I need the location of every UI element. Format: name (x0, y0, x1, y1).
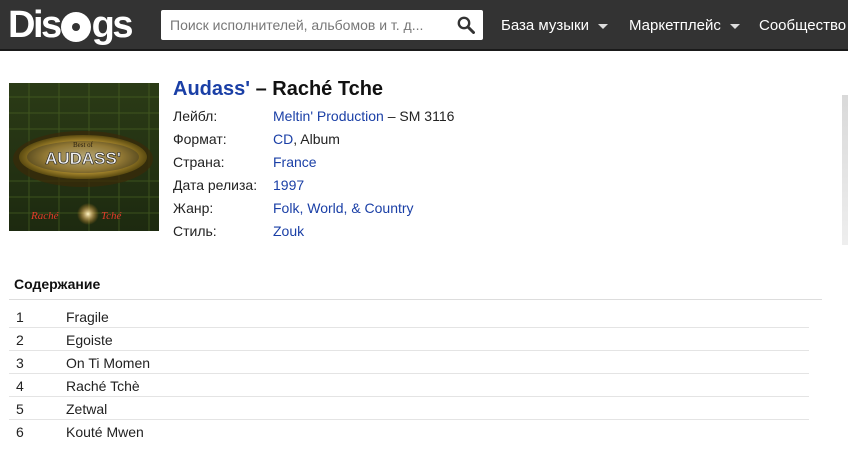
side-panel-edge (842, 95, 848, 245)
info-value: Folk, World, & Country (273, 197, 414, 219)
track-row[interactable]: 4 Raché Tchè (9, 374, 809, 397)
track-title: Kouté Mwen (66, 424, 144, 440)
title-separator: – (250, 78, 273, 100)
track-row[interactable]: 3 On Ti Momen (9, 351, 809, 374)
country-link[interactable]: France (273, 154, 317, 170)
nav-marketplace-label: Маркетплейс (629, 17, 721, 34)
nav-community-label: Сообщество (759, 17, 847, 34)
tracklist-divider (9, 299, 822, 300)
chevron-down-icon (729, 24, 740, 29)
track-position: 1 (16, 309, 24, 325)
tracklist-heading: Содержание (14, 276, 101, 292)
info-label: Стиль: (173, 223, 217, 239)
track-row[interactable]: 1 Fragile (9, 305, 809, 328)
info-value: CD, Album (273, 128, 340, 150)
track-title: Fragile (66, 309, 109, 325)
logo-part-gs: gs (91, 3, 134, 46)
track-position: 4 (16, 378, 24, 394)
nav-community[interactable]: Сообщество (759, 0, 846, 51)
cover-bottom-left-text: Raché (30, 210, 60, 222)
discogs-logo[interactable]: Dis gs (8, 3, 134, 47)
nav-database-label: База музыки (501, 17, 589, 34)
search-box (161, 10, 483, 40)
album-cover[interactable]: Best of AUDASS' Raché Tché (9, 83, 159, 231)
info-label: Страна: (173, 154, 225, 170)
nav-database[interactable]: База музыки (501, 0, 608, 51)
release-title: Audass' – Raché Tche (173, 78, 383, 101)
year-link[interactable]: 1997 (273, 177, 304, 193)
genre-link[interactable]: Folk, World, & Country (273, 200, 414, 216)
logo-part-dis: Dis (8, 3, 62, 46)
catalog-number: – SM 3116 (383, 108, 455, 124)
label-link[interactable]: Meltin' Production (273, 108, 384, 124)
style-link[interactable]: Zouk (273, 223, 304, 239)
info-value: Zouk (273, 220, 304, 242)
info-label: Жанр: (173, 200, 214, 216)
track-title: Egoiste (66, 332, 113, 348)
track-position: 5 (16, 401, 24, 417)
search-input[interactable] (161, 10, 446, 40)
track-title: Zetwal (66, 401, 108, 417)
track-position: 6 (16, 424, 24, 440)
nav-marketplace[interactable]: Маркетплейс (629, 0, 740, 51)
info-label: Лейбл: (173, 108, 218, 124)
release-name: Raché Tche (272, 78, 384, 100)
track-title: Raché Tchè (66, 378, 140, 394)
info-value: Meltin' Production – SM 3116 (273, 105, 454, 127)
album-cover-art: Best of AUDASS' Raché Tché (9, 83, 159, 231)
artist-link[interactable]: Audass' (173, 78, 250, 100)
track-row[interactable]: 5 Zetwal (9, 397, 809, 420)
track-row[interactable]: 6 Kouté Mwen (9, 420, 809, 443)
info-label: Дата релиза: (173, 177, 258, 193)
cover-bottom-right-text: Tché (101, 210, 122, 222)
logo-record-icon (60, 12, 91, 42)
format-link[interactable]: CD (273, 131, 293, 147)
info-value: France (273, 151, 317, 173)
track-position: 2 (16, 332, 24, 348)
chevron-down-icon (598, 24, 608, 29)
format-extra: , Album (293, 131, 340, 147)
cover-top-text: Best of (73, 141, 94, 149)
track-position: 3 (16, 355, 24, 371)
info-label: Формат: (173, 131, 227, 147)
track-title: On Ti Momen (66, 355, 151, 371)
track-row[interactable]: 2 Egoiste (9, 328, 809, 351)
top-nav-bar: Disgs База музыки Маркетплейс Сообщество (0, 0, 848, 51)
info-value: 1997 (273, 174, 304, 196)
cover-logo-text: AUDASS' (45, 149, 121, 168)
search-icon[interactable] (457, 16, 475, 34)
